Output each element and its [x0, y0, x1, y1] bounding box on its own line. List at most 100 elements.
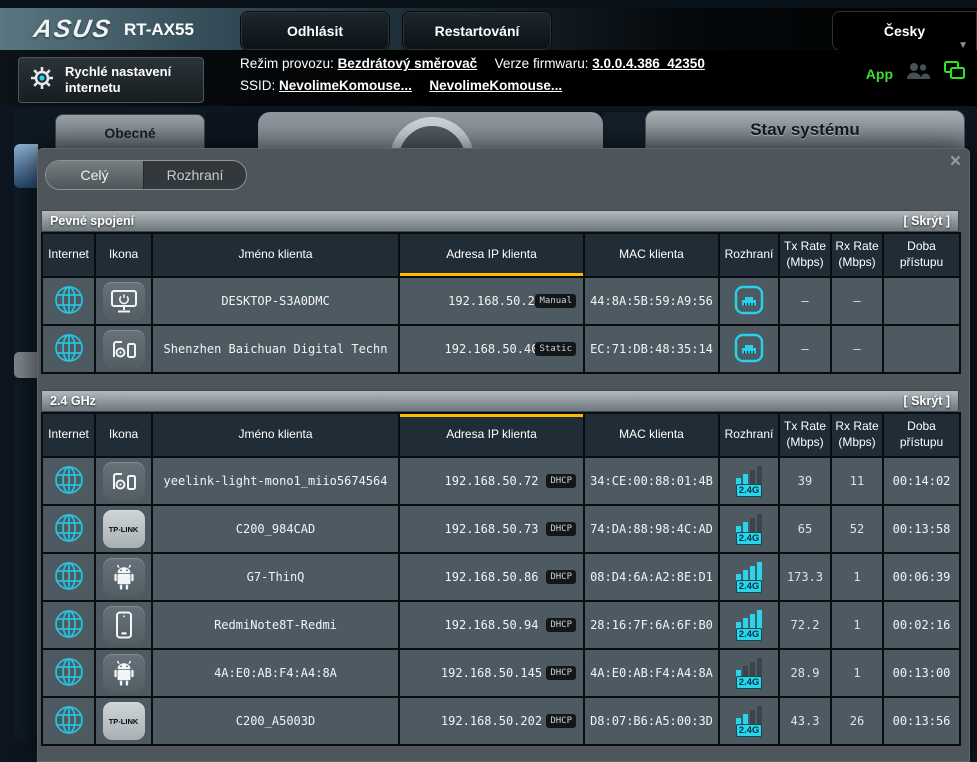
interface-cell: 2.4G — [719, 601, 779, 649]
icon-cell — [95, 277, 152, 325]
tplink-logo-icon[interactable]: TP-LINK — [103, 702, 145, 740]
wifi-signal-icon: 2.4G — [736, 561, 763, 593]
ssid-link-1[interactable]: NevolimeKomouse... — [279, 78, 412, 93]
client-name-cell: RedmiNote8T-Redmi — [152, 601, 399, 649]
client-table: InternetIkonaJméno klientaAdresa IP klie… — [41, 412, 961, 746]
router-model: RT-AX55 — [124, 20, 194, 40]
globe-icon — [53, 485, 85, 499]
ip-type-badge: DHCP — [546, 714, 576, 728]
client-row: DESKTOP-S3A0DMC192.168.50.2Manual44:8A:5… — [42, 277, 960, 325]
mode-label: Režim provozu: — [240, 56, 334, 71]
band-badge: 2.4G — [736, 532, 763, 545]
client-ip: 192.168.50.94 — [445, 618, 539, 632]
interface-cell: 2.4G — [719, 457, 779, 505]
tx-rate-cell: 43.3 — [779, 697, 831, 745]
client-list-modal: × Celý Rozhraní Pevné spojení [ Skrýt ] … — [37, 148, 970, 762]
tx-rate-cell: 72.2 — [779, 601, 831, 649]
reboot-button[interactable]: Restartování — [402, 11, 552, 51]
info-line-1: Režim provozu: Bezdrátový směrovač Verze… — [240, 53, 705, 75]
client-row: RedmiNote8T-Redmi192.168.50.94DHCP28:16:… — [42, 601, 960, 649]
quick-setup-button[interactable]: Rychlé nastavení internetu — [18, 57, 204, 103]
column-header[interactable]: Rozhraní — [719, 413, 779, 457]
camera-icon[interactable] — [103, 330, 145, 368]
view-tabs: Celý Rozhraní — [45, 160, 247, 190]
icon-cell — [95, 601, 152, 649]
interface-cell: 2.4G — [719, 553, 779, 601]
client-mac-cell: D8:07:B6:A5:00:3D — [584, 697, 719, 745]
client-table-section: 2.4 GHz [ Skrýt ] InternetIkonaJméno kli… — [41, 390, 959, 746]
column-header[interactable]: Rozhraní — [719, 233, 779, 277]
column-header[interactable]: Rx Rate (Mbps) — [831, 233, 883, 277]
tab-interface[interactable]: Rozhraní — [144, 161, 246, 189]
globe-icon — [53, 305, 85, 319]
rx-rate-cell: 26 — [831, 697, 883, 745]
column-header[interactable]: Internet — [42, 413, 95, 457]
language-select[interactable]: Česky ▼ — [832, 11, 977, 51]
column-header[interactable]: Ikona — [95, 413, 152, 457]
sidebar-tab-edge — [14, 352, 38, 378]
ssid-label: SSID: — [240, 78, 275, 93]
client-name-cell: DESKTOP-S3A0DMC — [152, 277, 399, 325]
client-ip-cell: 192.168.50.2Manual — [399, 277, 584, 325]
column-header[interactable]: Rx Rate (Mbps) — [831, 413, 883, 457]
tab-all[interactable]: Celý — [46, 161, 144, 189]
column-header[interactable]: Tx Rate (Mbps) — [779, 413, 831, 457]
client-mac-cell: 08:D4:6A:A2:8E:D1 — [584, 553, 719, 601]
uptime-cell — [883, 277, 960, 325]
wifi-signal-icon: 2.4G — [736, 657, 763, 689]
column-header[interactable]: Internet — [42, 233, 95, 277]
section-title: Pevné spojení — [50, 214, 134, 228]
asus-logo: ASUS — [31, 15, 114, 44]
ssid-link-2[interactable]: NevolimeKomouse... — [429, 78, 562, 93]
column-header[interactable]: Adresa IP klienta — [399, 233, 584, 277]
users-icon[interactable] — [905, 61, 931, 86]
globe-icon — [53, 581, 85, 595]
column-header[interactable]: Jméno klienta — [152, 413, 399, 457]
column-header[interactable]: Ikona — [95, 233, 152, 277]
column-header[interactable]: Doba přístupu — [883, 413, 960, 457]
firmware-link[interactable]: 3.0.0.4.386_42350 — [592, 56, 705, 71]
section-hide-link[interactable]: [ Skrýt ] — [903, 394, 950, 408]
icon-cell — [95, 457, 152, 505]
column-header[interactable]: Tx Rate (Mbps) — [779, 233, 831, 277]
tx-rate-cell: 65 — [779, 505, 831, 553]
client-ip: 192.168.50.73 — [445, 522, 539, 536]
client-name-cell: C200_984CAD — [152, 505, 399, 553]
desktop-icon[interactable] — [103, 282, 145, 320]
header-row: InternetIkonaJméno klientaAdresa IP klie… — [42, 233, 960, 277]
clients-status-icon[interactable] — [943, 60, 967, 87]
rx-rate-cell: 1 — [831, 601, 883, 649]
app-link[interactable]: App — [866, 66, 893, 82]
internet-cell — [42, 697, 95, 745]
column-header[interactable]: MAC klienta — [584, 233, 719, 277]
ip-type-badge: DHCP — [546, 570, 576, 584]
mode-link[interactable]: Bezdrátový směrovač — [338, 56, 478, 71]
close-icon[interactable]: × — [950, 151, 961, 173]
topbar-status-icons: App — [866, 60, 967, 87]
internet-cell — [42, 505, 95, 553]
android-icon[interactable] — [103, 654, 145, 692]
tplink-logo-icon[interactable]: TP-LINK — [103, 510, 145, 548]
column-header[interactable]: MAC klienta — [584, 413, 719, 457]
android-icon[interactable] — [103, 558, 145, 596]
camera-icon[interactable] — [103, 462, 145, 500]
globe-icon — [53, 725, 85, 739]
quick-setup-icon — [27, 63, 57, 98]
icon-cell — [95, 649, 152, 697]
phone-icon[interactable] — [103, 606, 145, 644]
firmware-label: Verze firmwaru: — [495, 56, 589, 71]
client-name-cell: G7-ThinQ — [152, 553, 399, 601]
logout-button[interactable]: Odhlásit — [240, 11, 390, 51]
ip-type-badge: DHCP — [546, 666, 576, 680]
wifi-signal-icon: 2.4G — [736, 513, 763, 545]
client-name-cell: 4A:E0:AB:F4:A4:8A — [152, 649, 399, 697]
language-value: Česky — [884, 23, 925, 39]
ethernet-icon — [733, 305, 765, 319]
column-header[interactable]: Jméno klienta — [152, 233, 399, 277]
ip-type-badge: Static — [535, 342, 576, 356]
column-header[interactable]: Doba přístupu — [883, 233, 960, 277]
section-hide-link[interactable]: [ Skrýt ] — [903, 214, 950, 228]
icon-cell: TP-LINK — [95, 505, 152, 553]
client-mac-cell: 28:16:7F:6A:6F:B0 — [584, 601, 719, 649]
column-header[interactable]: Adresa IP klienta — [399, 413, 584, 457]
